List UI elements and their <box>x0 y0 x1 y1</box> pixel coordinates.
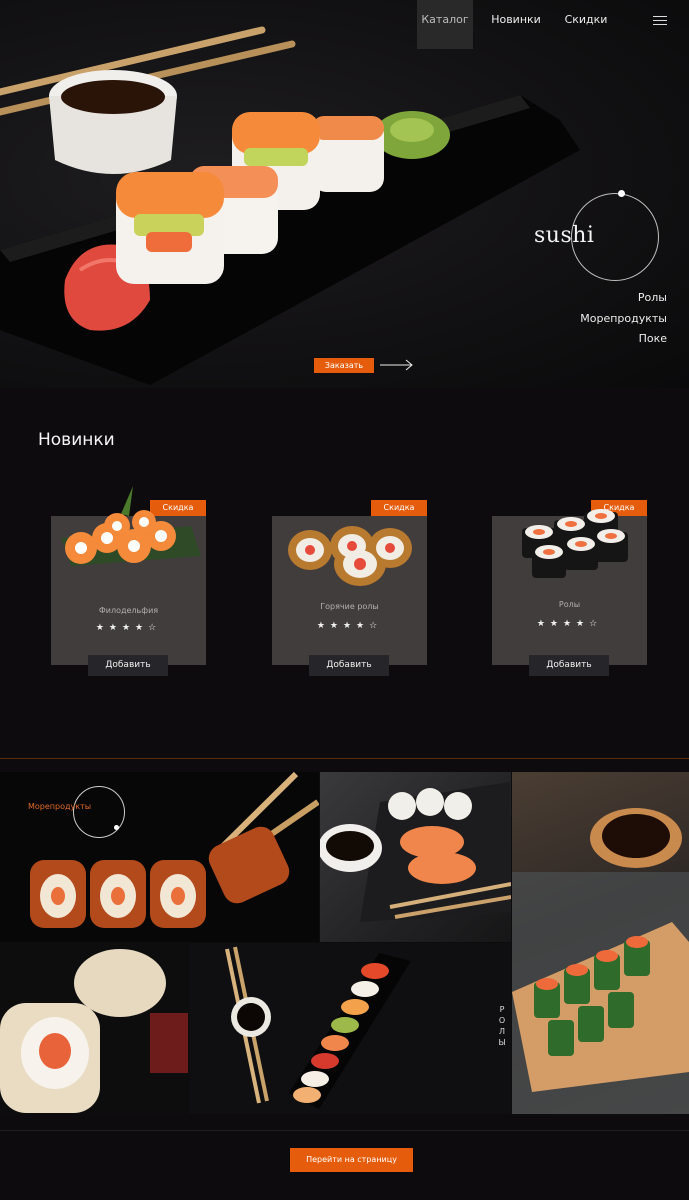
hero-link-poke[interactable]: Поке <box>639 332 667 345</box>
seafood-circle <box>73 786 125 838</box>
add-button[interactable]: Добавить <box>88 655 168 676</box>
go-to-page-button[interactable]: Перейти на страницу <box>290 1148 413 1172</box>
nigiri-photo <box>320 782 511 922</box>
gallery-tile-cucumber-rolls[interactable] <box>512 772 689 1114</box>
product-image-philadelphia <box>61 486 201 566</box>
hero-banner: Каталог Новинки Скидки sushi Ролы Морепр… <box>0 0 689 388</box>
product-card: Скидка Ролы ★★★★☆ Добавить <box>492 500 647 676</box>
hero-sushi-photo <box>0 26 580 385</box>
nav-new[interactable]: Новинки <box>485 0 547 49</box>
gallery-tile-seafood[interactable] <box>0 772 319 942</box>
seafood-rolls-photo <box>30 772 319 928</box>
product-image-rolls <box>522 509 628 578</box>
rating-stars: ★★★★☆ <box>316 621 383 631</box>
cucumber-rolls-photo <box>512 808 689 1114</box>
seafood-label[interactable]: Морепродукты <box>28 802 91 811</box>
sesame-roll-photo <box>0 949 188 1113</box>
add-button[interactable]: Добавить <box>529 655 609 676</box>
nav-catalog[interactable]: Каталог <box>417 0 473 49</box>
hero-link-seafood[interactable]: Морепродукты <box>580 312 667 325</box>
discount-badge: Скидка <box>371 500 427 516</box>
gallery-tile-sushi-set[interactable] <box>189 943 511 1114</box>
section-title: Новинки <box>38 430 115 450</box>
product-name: Филодельфия <box>98 606 159 615</box>
logo-word: sushi <box>534 223 595 248</box>
gallery-tile-nigiri[interactable] <box>320 772 511 942</box>
add-button[interactable]: Добавить <box>309 655 389 676</box>
hamburger-icon[interactable] <box>653 16 667 26</box>
nav-sale[interactable]: Скидки <box>560 0 612 49</box>
logo-dot <box>618 190 625 197</box>
sushi-set-photo <box>225 946 411 1109</box>
rolls-vertical-label[interactable]: РОЛЫ <box>498 1004 506 1048</box>
gallery-tile-sesame-roll[interactable] <box>0 943 188 1114</box>
rating-stars: ★★★★☆ <box>536 619 603 629</box>
bottom-divider <box>0 1130 689 1131</box>
product-image-hot-rolls <box>288 526 412 586</box>
rating-stars: ★★★★☆ <box>95 623 162 633</box>
arrow-right-icon[interactable] <box>380 359 414 371</box>
hero-link-rolls[interactable]: Ролы <box>638 291 667 304</box>
seafood-dot <box>114 825 119 830</box>
product-name: Ролы <box>558 600 581 609</box>
product-card: Скидка Горячие ролы ★★★★☆ Добавить <box>272 500 427 676</box>
product-card: Скидка Филодельфия ★★★★☆ Добавить <box>51 486 206 676</box>
order-button[interactable]: Заказать <box>314 358 374 373</box>
product-name: Горячие ролы <box>320 602 379 611</box>
section-divider <box>0 758 689 759</box>
rolls-vertical-text: РОЛЫ <box>498 1005 506 1047</box>
